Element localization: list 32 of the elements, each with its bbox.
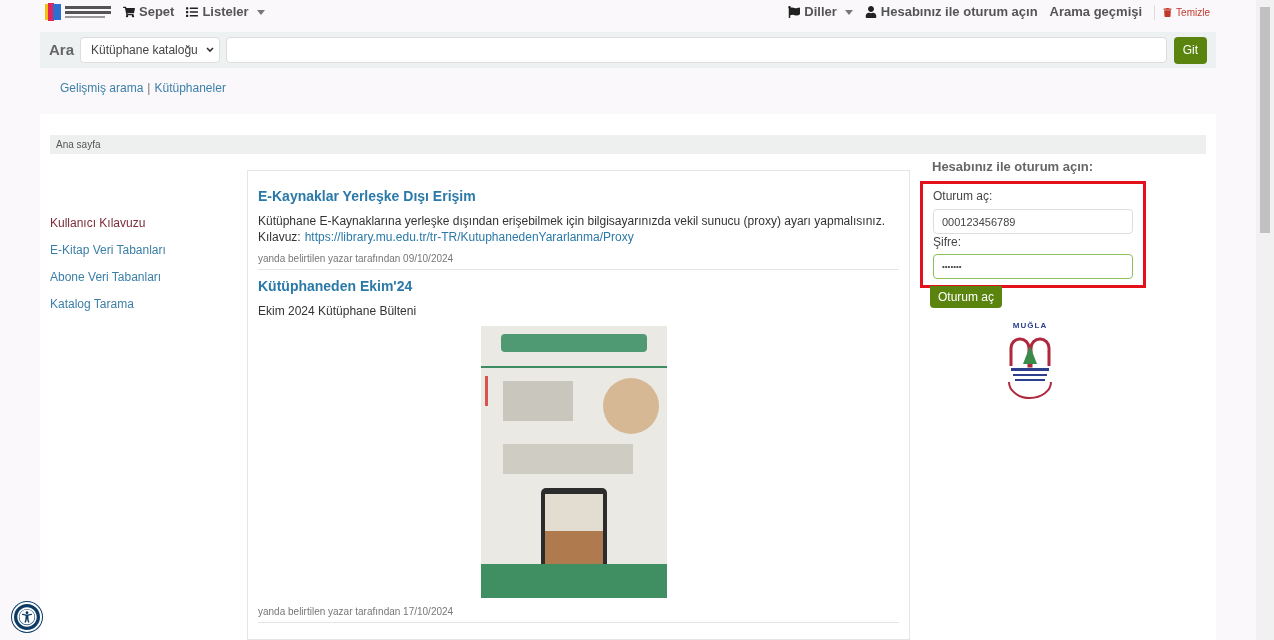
- username-label: Oturum aç:: [933, 188, 994, 204]
- nav-link[interactable]: Listeler: [186, 2, 265, 22]
- scope-select[interactable]: Kütüphane kataloğu: [80, 37, 220, 64]
- sidebar-link[interactable]: E-Kitap Veri Tabanları: [50, 241, 247, 258]
- nav-link[interactable]: Diller: [788, 2, 853, 22]
- news-meta: yanda belirtilen yazar tarafından 17/10/2024: [258, 605, 455, 619]
- news-title[interactable]: Kütüphaneden Ekim'24: [258, 276, 899, 296]
- sidebar-link[interactable]: Katalog Tarama: [50, 295, 247, 312]
- nav-link[interactable]: Sepet: [123, 2, 175, 22]
- proxy-link[interactable]: https://library.mu.edu.tr/tr-TR/KutuphanedenYararlanma/Proxy: [304, 229, 634, 245]
- news-meta: yanda belirtilen yazar tarafından 09/10/2024: [258, 252, 455, 266]
- username-field[interactable]: 000123456789: [933, 209, 1133, 234]
- logo-text: MUĞLA: [1012, 320, 1048, 332]
- libraries-link[interactable]: Kütüphaneler: [154, 79, 226, 97]
- password-field[interactable]: •••••••: [933, 254, 1133, 279]
- news-title[interactable]: E-Kaynaklar Yerleşke Dışı Erişim: [258, 186, 899, 206]
- sidebar-link[interactable]: Abone Veri Tabanları: [50, 268, 247, 285]
- link-label: Kılavuz:: [258, 229, 301, 245]
- breadcrumb-link[interactable]: Ana sayfa: [56, 137, 101, 152]
- sidebar-link[interactable]: Kullanıcı Kılavuzu: [50, 214, 247, 231]
- go-button[interactable]: Git: [1173, 36, 1207, 64]
- news-text: Kütüphane E-Kaynaklarına yerleşke dışından erişebilmek için bilgisayarınızda vekil sunucu (proxy) ayarı yapmalısınız.: [258, 213, 886, 229]
- nav-link[interactable]: Arama geçmişi: [1049, 2, 1143, 22]
- nav-link[interactable]: Hesabınız ile oturum açın: [864, 2, 1038, 22]
- news-text: Ekim 2024 Kütüphane Bülteni: [258, 303, 418, 319]
- password-label: Şifre:: [933, 234, 962, 250]
- separator: |: [147, 80, 151, 97]
- login-button[interactable]: Oturum aç: [930, 286, 1002, 308]
- clear-link[interactable]: Temizle: [1154, 4, 1210, 20]
- login-heading: Hesabınız ile oturum açın:: [932, 158, 1095, 176]
- advanced-search-link[interactable]: Gelişmiş arama: [60, 79, 144, 97]
- search-label: Ara: [49, 39, 74, 60]
